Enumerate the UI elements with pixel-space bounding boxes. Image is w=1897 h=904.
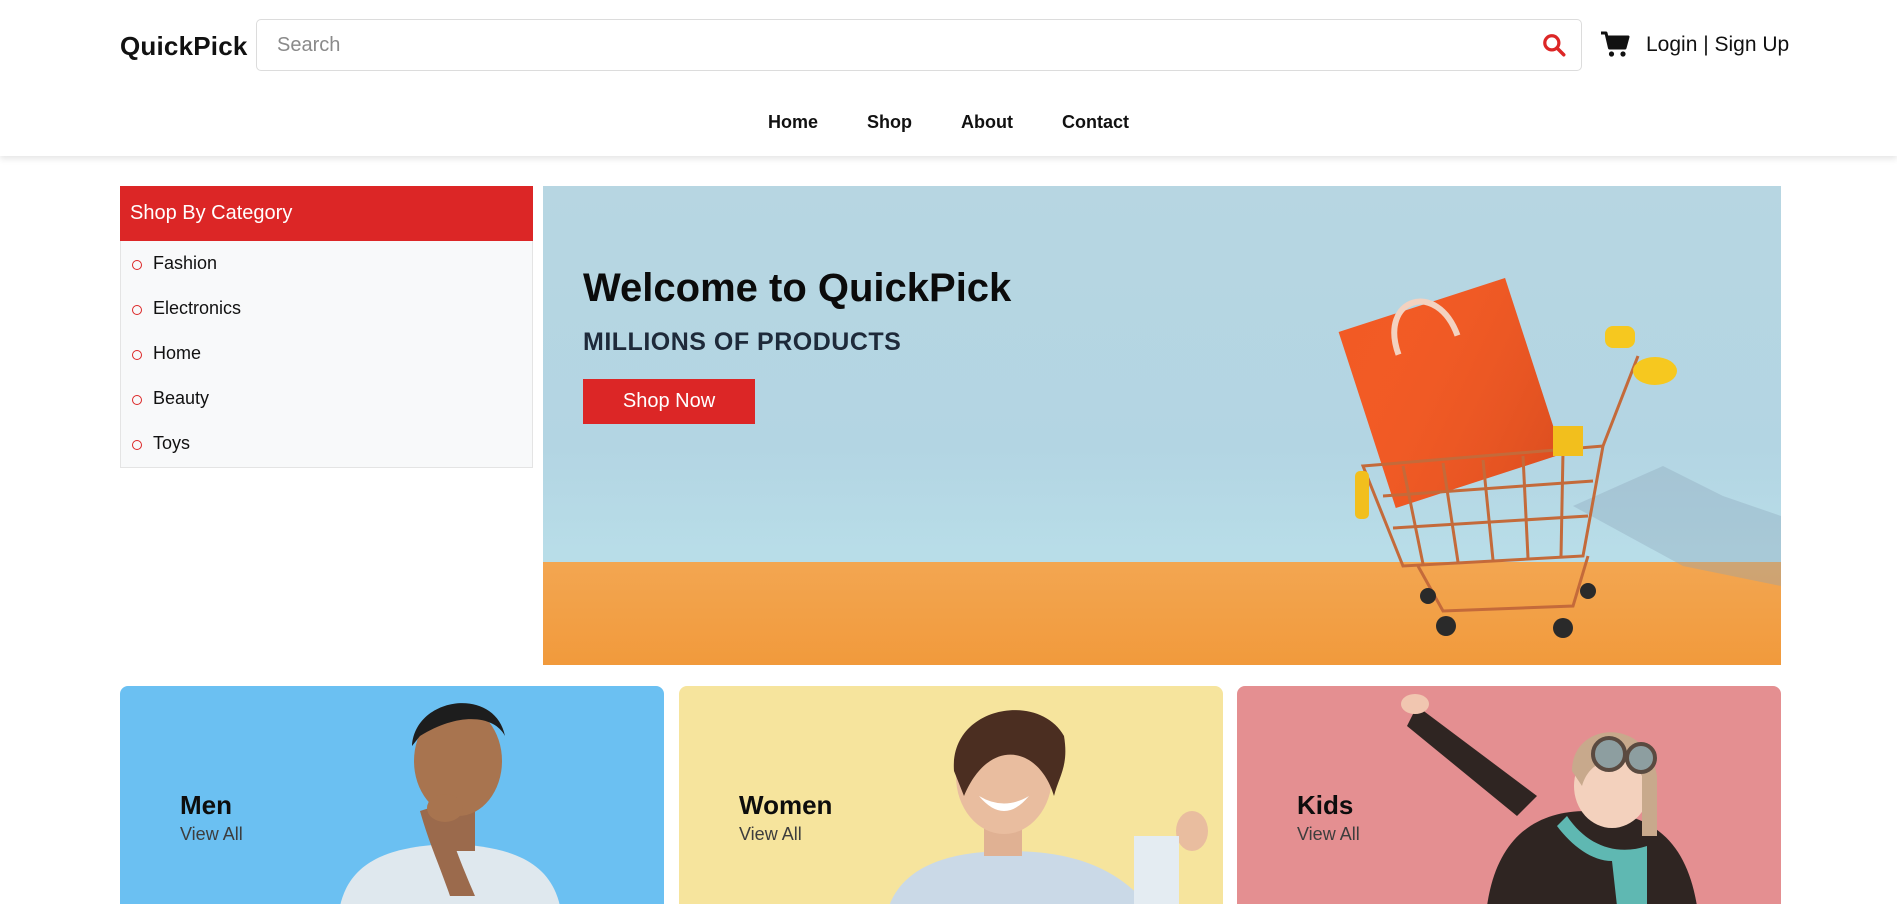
category-label: Fashion bbox=[153, 253, 218, 273]
category-card-men[interactable]: Men View All bbox=[120, 686, 664, 904]
bullet-icon bbox=[132, 440, 142, 450]
card-title: Women bbox=[739, 790, 833, 820]
hero-banner: Welcome to QuickPick MILLIONS OF PRODUCT… bbox=[543, 186, 1781, 665]
nav-about[interactable]: About bbox=[961, 112, 1013, 133]
nav-contact[interactable]: Contact bbox=[1062, 112, 1129, 133]
bullet-icon bbox=[132, 305, 142, 315]
site-header: QuickPick Login | Sign Up Home Shop Abou… bbox=[0, 0, 1897, 156]
card-title: Men bbox=[180, 790, 232, 820]
view-all-link[interactable]: View All bbox=[180, 824, 243, 845]
category-item-beauty[interactable]: Beauty bbox=[121, 388, 532, 433]
login-signup-link[interactable]: Login | Sign Up bbox=[1646, 33, 1789, 57]
category-sidebar: Shop By Category Fashion Electronics Hom… bbox=[120, 186, 533, 468]
category-item-home[interactable]: Home bbox=[121, 343, 532, 388]
search-bar bbox=[256, 19, 1582, 71]
shopping-cart-illustration bbox=[1338, 277, 1781, 638]
nav-shop[interactable]: Shop bbox=[867, 112, 912, 133]
hero-subtitle: MILLIONS OF PRODUCTS bbox=[583, 328, 902, 356]
category-label: Electronics bbox=[153, 298, 242, 318]
hero-title: Welcome to QuickPick bbox=[583, 266, 1012, 310]
category-item-electronics[interactable]: Electronics bbox=[121, 298, 532, 343]
cart-icon[interactable] bbox=[1600, 30, 1630, 58]
category-sidebar-title: Shop By Category bbox=[120, 186, 533, 241]
bullet-icon bbox=[132, 395, 142, 405]
category-label: Toys bbox=[153, 433, 191, 453]
category-card-kids[interactable]: Kids View All bbox=[1237, 686, 1781, 904]
category-item-toys[interactable]: Toys bbox=[121, 433, 532, 478]
bullet-icon bbox=[132, 260, 142, 270]
site-logo[interactable]: QuickPick bbox=[120, 31, 248, 62]
bullet-icon bbox=[132, 350, 142, 360]
category-label: Home bbox=[153, 343, 202, 363]
view-all-link[interactable]: View All bbox=[1297, 824, 1360, 845]
category-label: Beauty bbox=[153, 388, 210, 408]
category-item-fashion[interactable]: Fashion bbox=[121, 253, 532, 298]
nav-home[interactable]: Home bbox=[768, 112, 818, 133]
shop-now-button[interactable]: Shop Now bbox=[583, 379, 755, 424]
search-icon[interactable] bbox=[1541, 32, 1567, 58]
search-input[interactable] bbox=[277, 20, 1517, 70]
category-card-women[interactable]: Women View All bbox=[679, 686, 1223, 904]
category-list: Fashion Electronics Home Beauty Toys bbox=[121, 241, 532, 478]
card-title: Kids bbox=[1297, 790, 1354, 820]
view-all-link[interactable]: View All bbox=[739, 824, 802, 845]
main-nav: Home Shop About Contact bbox=[0, 112, 1897, 133]
